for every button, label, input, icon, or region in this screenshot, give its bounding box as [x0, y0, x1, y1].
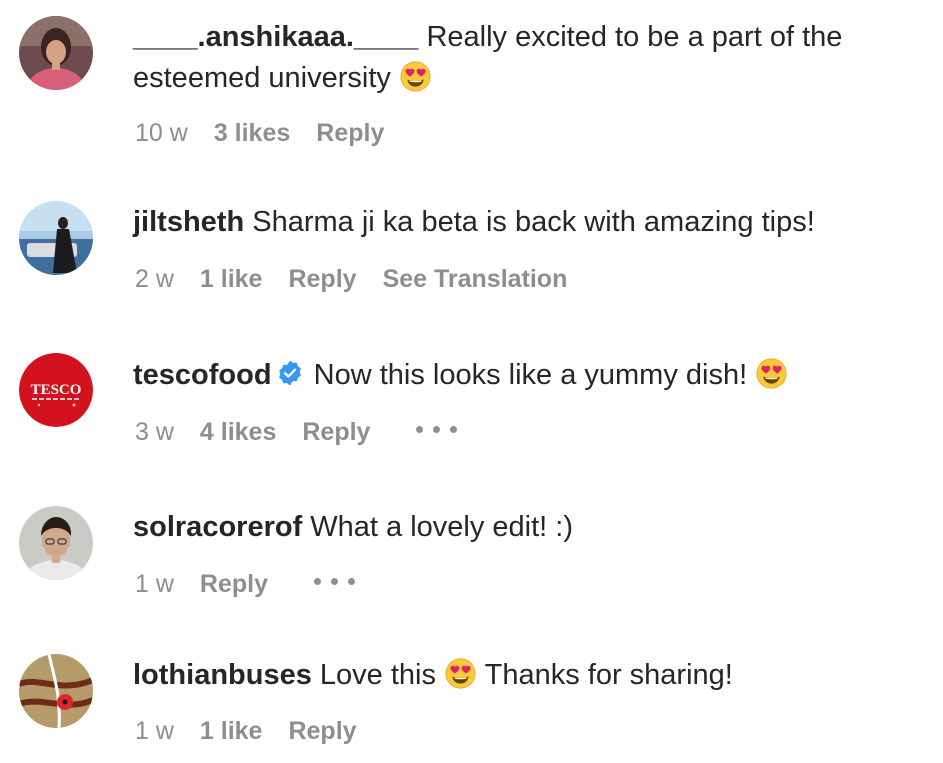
comment-meta: 1 w Reply	[135, 569, 382, 599]
avatar[interactable]: TESCO	[19, 353, 93, 427]
heart-eyes-emoji-icon	[756, 358, 787, 389]
username[interactable]: lothianbuses	[133, 659, 312, 691]
comment-meta: 3 w 4 likes Reply	[135, 417, 484, 447]
comment-body-continued: Thanks for sharing!	[484, 659, 733, 691]
likes-count[interactable]: 4 likes	[200, 417, 276, 447]
comment-body: Love this	[319, 659, 436, 691]
username[interactable]: tescofood	[133, 359, 272, 391]
reply-button[interactable]: Reply	[200, 569, 268, 599]
comment-text: jiltsheth Sharma ji ka beta is back with…	[133, 202, 931, 243]
comment-age: 1 w	[135, 717, 174, 745]
comment-body: What a lovely edit! :)	[310, 511, 574, 543]
avatar[interactable]	[19, 201, 93, 275]
comment-text: solracorerof What a lovely edit! :)	[133, 507, 931, 548]
avatar[interactable]	[19, 654, 93, 728]
comment-meta: 1 w 1 like Reply	[135, 716, 383, 746]
verified-badge-icon	[277, 360, 303, 386]
likes-count[interactable]: 1 like	[200, 716, 263, 746]
avatar[interactable]	[19, 506, 93, 580]
comment-meta: 2 w 1 like Reply See Translation	[135, 264, 593, 294]
comment-text: lothianbuses Love this Thanks for sharin…	[133, 655, 931, 696]
comment-text: tescofood Now this looks like a yummy di…	[133, 355, 931, 396]
likes-count[interactable]: 1 like	[200, 264, 263, 294]
see-translation-button[interactable]: See Translation	[383, 264, 568, 294]
comment-meta: 10 w 3 likes Reply	[135, 118, 410, 148]
heart-eyes-emoji-icon	[400, 61, 431, 92]
heart-eyes-emoji-icon	[445, 658, 476, 689]
ellipsis-icon[interactable]	[416, 426, 458, 434]
reply-button[interactable]: Reply	[288, 716, 356, 746]
reply-button[interactable]: Reply	[316, 118, 384, 148]
ellipsis-icon[interactable]	[314, 578, 356, 586]
reply-button[interactable]: Reply	[302, 417, 370, 447]
comment-age: 3 w	[135, 418, 174, 446]
username[interactable]: jiltsheth	[133, 206, 244, 238]
avatar[interactable]	[19, 16, 93, 90]
username[interactable]: ____.anshikaaa.____	[133, 21, 418, 53]
comment-age: 10 w	[135, 119, 188, 147]
comment-body: Sharma ji ka beta is back with amazing t…	[252, 206, 815, 238]
comment-age: 1 w	[135, 570, 174, 598]
username[interactable]: solracorerof	[133, 511, 302, 543]
comment-text: ____.anshikaaa.____ Really excited to be…	[133, 17, 931, 99]
comment-body: Now this looks like a yummy dish!	[313, 359, 748, 391]
tesco-logo-text: TESCO	[31, 382, 82, 398]
reply-button[interactable]: Reply	[288, 264, 356, 294]
comment-age: 2 w	[135, 265, 174, 293]
likes-count[interactable]: 3 likes	[214, 118, 290, 148]
